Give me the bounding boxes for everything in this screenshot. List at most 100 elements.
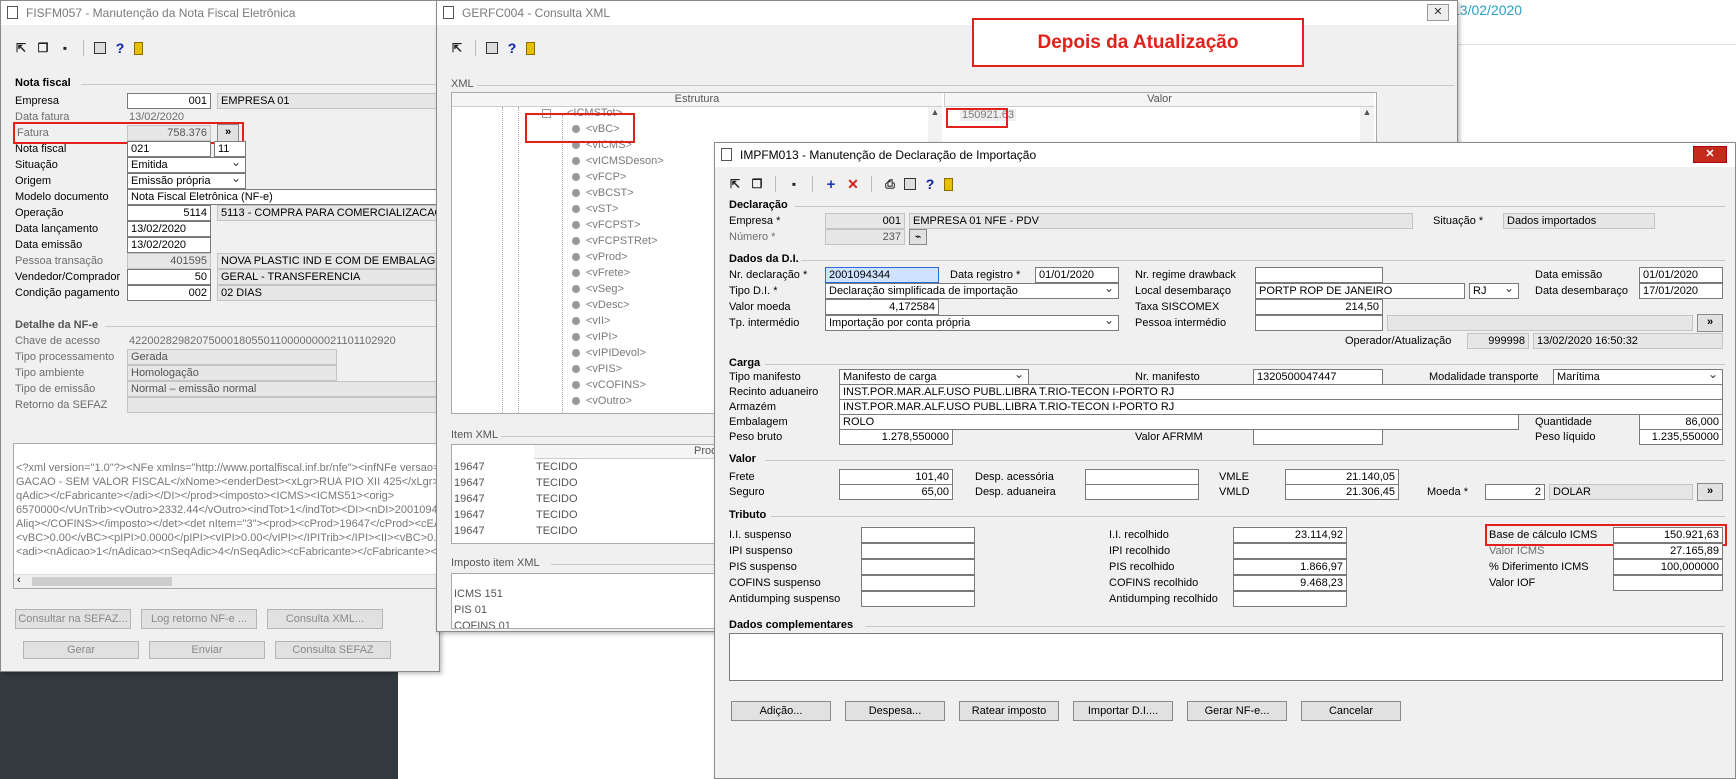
diferimento-icms-field[interactable]: 100,000000 [1613,559,1723,575]
window-title-bar[interactable]: IMPFM013 - Manutenção de Declaração de I… [715,143,1735,167]
nota-fiscal-field[interactable]: 021 [127,141,211,157]
importar-di-button[interactable]: Importar D.I.... [1073,701,1173,721]
cofins-recolhido-field[interactable]: 9.468,23 [1233,575,1347,591]
valor-icms-field[interactable]: 27.165,89 [1613,543,1723,559]
tree-node[interactable]: <vICMS> [572,139,632,151]
nr-manifesto-field[interactable]: 1320500047447 [1253,369,1383,385]
gerar-button[interactable]: Gerar [23,641,139,659]
exit-icon[interactable] [526,41,535,55]
antidumping-suspenso-field[interactable] [861,591,975,607]
frete-field[interactable]: 101,40 [839,469,953,485]
tree-node[interactable]: <vSeg> [572,283,624,295]
add-icon[interactable]: + [823,176,839,193]
horizontal-scrollbar[interactable]: ‹ [14,574,440,588]
scroll-left-icon[interactable]: ‹ [17,574,21,586]
tree-node[interactable]: <vFCPST> [572,219,640,231]
collapse-icon[interactable]: − [542,109,551,118]
print-icon[interactable]: ⎙ [882,176,898,192]
tipo-manifesto-select[interactable]: Manifesto de carga [839,369,1029,385]
numero-lookup-button[interactable]: ⌁ [909,229,927,245]
condicao-code-field[interactable]: 002 [127,285,211,301]
peso-bruto-field[interactable]: 1.278,550000 [839,429,953,445]
close-icon[interactable]: ✕ [1427,4,1449,21]
pessoa-intermedio-field[interactable] [1255,315,1383,331]
tree-node[interactable]: <vProd> [572,251,628,263]
help-icon[interactable]: ? [112,40,128,56]
adicao-button[interactable]: Adição... [731,701,831,721]
tree-node[interactable]: <vICMSDeson> [572,155,664,167]
data-lancamento-field[interactable]: 13/02/2020 [127,221,211,237]
despesa-button[interactable]: Despesa... [845,701,945,721]
tree-node[interactable]: <vCOFINS> [572,379,646,391]
refresh-icon[interactable]: ⇱ [449,40,465,56]
peso-liquido-field[interactable]: 1.235,550000 [1639,429,1723,445]
armazem-field[interactable]: INST.POR.MAR.ALF.USO PUBL.LIBRA T.RIO-TE… [839,399,1723,415]
origem-select[interactable]: Emissão própria [127,173,246,189]
refresh-icon[interactable]: ⇱ [13,40,29,56]
consultar-sefaz-button[interactable]: Consultar na SEFAZ... [15,609,131,629]
seguro-field[interactable]: 65,00 [839,484,953,500]
pis-recolhido-field[interactable]: 1.866,97 [1233,559,1347,575]
exit-icon[interactable] [134,41,143,55]
tree-node[interactable]: <vDesc> [572,299,629,311]
refresh-icon[interactable]: ⇱ [727,176,743,192]
moeda-code-field[interactable]: 2 [1485,484,1545,500]
enviar-button[interactable]: Enviar [149,641,265,659]
ii-recolhido-field[interactable]: 23.114,92 [1233,527,1347,543]
tree-node[interactable]: <vFCPSTRet> [572,235,658,247]
tree-node[interactable]: <vIPIDevol> [572,347,646,359]
situacao-select[interactable]: Emitida [127,157,246,173]
save-icon[interactable]: ▪ [57,40,73,56]
data-desembaraco-field[interactable]: 17/01/2020 [1639,283,1723,299]
tree-node[interactable]: <vFCP> [572,171,626,183]
ipi-suspenso-field[interactable] [861,543,975,559]
data-emissao-field[interactable]: 13/02/2020 [127,237,211,253]
base-calculo-icms-field[interactable]: 150.921,63 [1613,527,1723,543]
delete-icon[interactable]: ✕ [845,176,861,192]
tree-node-icmstot[interactable]: − <ICMSTot> [542,107,622,119]
tree-node[interactable]: <vIPI> [572,331,618,343]
data-registro-field[interactable]: 01/01/2020 [1035,267,1119,283]
data-emissao-field[interactable]: 01/01/2020 [1639,267,1723,283]
tree-node[interactable]: <vBCST> [572,187,634,199]
tree-node[interactable]: <vOutro> [572,395,632,407]
save-icon[interactable]: ▪ [786,176,802,192]
dados-complementares-textarea[interactable] [729,633,1723,681]
exit-icon[interactable] [944,177,953,191]
fatura-more-button[interactable]: » [217,124,239,142]
valor-moeda-field[interactable]: 4,172584 [825,299,939,315]
grid-icon[interactable] [904,178,916,190]
tree-node[interactable]: <vPIS> [572,363,622,375]
scrollbar-thumb[interactable] [32,577,172,586]
desp-acessoria-field[interactable] [1085,469,1199,485]
column-estrutura-header[interactable]: Estrutura [452,93,942,107]
gerar-nfe-button[interactable]: Gerar NF-e... [1187,701,1287,721]
tree-node[interactable]: <vII> [572,315,610,327]
window-title-bar[interactable]: FISFM057 - Manutenção da Nota Fiscal Ele… [1,1,439,25]
modalidade-select[interactable]: Marítima [1553,369,1723,385]
pis-suspenso-field[interactable] [861,559,975,575]
uf-select[interactable]: RJ [1469,283,1519,299]
serie-field[interactable]: 11 [214,141,246,157]
help-icon[interactable]: ? [504,40,520,56]
ii-suspenso-field[interactable] [861,527,975,543]
operacao-code-field[interactable]: 5114 [127,205,211,221]
ratear-imposto-button[interactable]: Ratear imposto [959,701,1059,721]
local-desembaraco-field[interactable]: PORTP ROP DE JANEIRO [1255,283,1465,299]
vendedor-code-field[interactable]: 50 [127,269,211,285]
copy-icon[interactable]: ❐ [749,176,765,192]
copy-icon[interactable]: ❐ [35,40,51,56]
tree-node[interactable]: <vBC> [572,123,620,135]
taxa-siscomex-field[interactable]: 214,50 [1255,299,1383,315]
log-retorno-button[interactable]: Log retorno NF-e ... [141,609,257,629]
grid-icon[interactable] [486,42,498,54]
valor-afrmm-field[interactable] [1253,429,1383,445]
tree-node[interactable]: <vST> [572,203,618,215]
tp-intermedio-select[interactable]: Importação por conta própria [825,315,1119,331]
cofins-suspenso-field[interactable] [861,575,975,591]
empresa-code-field[interactable]: 001 [127,93,211,109]
antidumping-recolhido-field[interactable] [1233,591,1347,607]
regime-drawback-field[interactable] [1255,267,1383,283]
desp-aduaneira-field[interactable] [1085,484,1199,500]
modelo-field[interactable]: Nota Fiscal Eletrônica (NF-e) [127,189,447,205]
